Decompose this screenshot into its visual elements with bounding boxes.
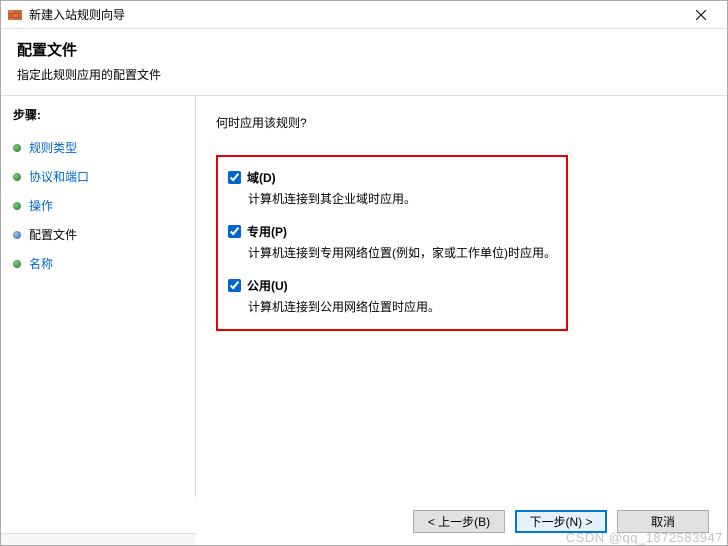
step-protocol-ports[interactable]: 协议和端口 [7,162,189,191]
option-public-checkbox[interactable] [228,279,241,292]
option-public: 公用(U) 计算机连接到公用网络位置时应用。 [228,277,556,315]
question-text: 何时应用该规则? [216,114,707,131]
close-button[interactable] [681,1,721,28]
step-bullet-icon [13,144,21,152]
option-title: 公用(U) [247,277,288,294]
firewall-icon [7,7,23,23]
back-button[interactable]: < 上一步(B) [413,510,505,533]
wizard-body: 步骤: 规则类型 协议和端口 操作 配置文件 名称 何 [1,96,727,497]
step-bullet-icon [13,173,21,181]
wizard-window: 新建入站规则向导 配置文件 指定此规则应用的配置文件 步骤: 规则类型 协议和端… [0,0,728,546]
cancel-button[interactable]: 取消 [617,510,709,533]
next-button[interactable]: 下一步(N) > [515,510,607,533]
option-domain-label[interactable]: 域(D) [228,169,276,186]
step-rule-type[interactable]: 规则类型 [7,133,189,162]
option-private-checkbox[interactable] [228,225,241,238]
step-action[interactable]: 操作 [7,191,189,220]
step-profile[interactable]: 配置文件 [7,220,189,249]
option-desc: 计算机连接到公用网络位置时应用。 [248,298,556,315]
step-label: 操作 [29,197,53,214]
option-public-label[interactable]: 公用(U) [228,277,288,294]
page-subtitle: 指定此规则应用的配置文件 [17,66,711,83]
wizard-header: 配置文件 指定此规则应用的配置文件 [1,29,727,96]
step-label: 名称 [29,255,53,272]
options-highlight-box: 域(D) 计算机连接到其企业域时应用。 专用(P) 计算机连接到专用网络位置(例… [216,155,568,331]
option-desc: 计算机连接到其企业域时应用。 [248,190,556,207]
step-label: 协议和端口 [29,168,89,185]
titlebar: 新建入站规则向导 [1,1,727,29]
option-private-label[interactable]: 专用(P) [228,223,287,240]
content-area: 何时应用该规则? 域(D) 计算机连接到其企业域时应用。 专用(P) 计算机连接… [196,96,727,497]
option-domain-checkbox[interactable] [228,171,241,184]
steps-sidebar: 步骤: 规则类型 协议和端口 操作 配置文件 名称 [1,96,196,497]
page-title: 配置文件 [17,39,711,60]
step-label: 规则类型 [29,139,77,156]
steps-title: 步骤: [7,106,189,123]
option-title: 域(D) [247,169,276,186]
option-title: 专用(P) [247,223,287,240]
option-domain: 域(D) 计算机连接到其企业域时应用。 [228,169,556,207]
step-bullet-icon [13,202,21,210]
step-bullet-icon [13,260,21,268]
step-name[interactable]: 名称 [7,249,189,278]
wizard-footer: < 上一步(B) 下一步(N) > 取消 [1,497,727,545]
window-title: 新建入站规则向导 [29,6,681,23]
step-label: 配置文件 [29,226,77,243]
step-bullet-icon [13,231,21,239]
option-private: 专用(P) 计算机连接到专用网络位置(例如，家或工作单位)时应用。 [228,223,556,261]
option-desc: 计算机连接到专用网络位置(例如，家或工作单位)时应用。 [248,244,556,261]
